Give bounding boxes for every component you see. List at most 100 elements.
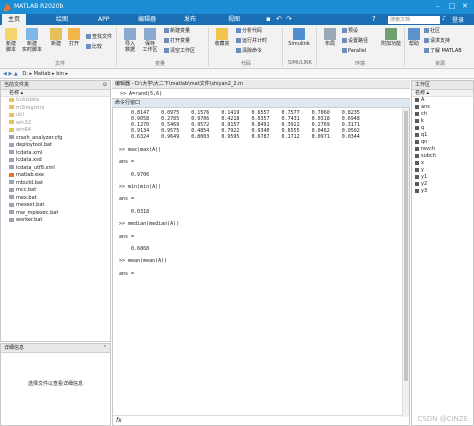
compare-icon	[86, 44, 91, 49]
editor-tab[interactable]: 编辑器 - D:\大学\大二下\matlab\mat文件\shiyan2_2.m	[112, 80, 410, 89]
undo-icon[interactable]: ↶	[276, 15, 282, 23]
list-item[interactable]: mex.bat	[1, 195, 110, 203]
minimize-icon[interactable]: –	[436, 2, 440, 10]
list-item[interactable]: m3iregistry	[1, 105, 110, 113]
save-workspace-button[interactable]: 保存 工作区	[140, 28, 160, 53]
workspace-variable[interactable]: y2	[412, 181, 473, 188]
list-item[interactable]: matlab.exe	[1, 172, 110, 180]
workspace-variable[interactable]: x	[412, 160, 473, 167]
tab-plots[interactable]: 绘图	[50, 14, 74, 25]
list-item[interactable]: lcdata.xsd	[1, 157, 110, 165]
list-item[interactable]: crash_analyzer.cfg	[1, 135, 110, 143]
list-item[interactable]: mbuild.bat	[1, 180, 110, 188]
clear-commands-button[interactable]: 清除命令	[236, 47, 262, 55]
workspace-variable[interactable]: qn	[412, 139, 473, 146]
layout-button[interactable]: 布局	[320, 28, 340, 47]
learn-matlab-button[interactable]: 了解 MATLAB	[424, 47, 462, 55]
simulink-button[interactable]: Simulink	[286, 28, 312, 47]
support-button[interactable]: 请求支持	[424, 37, 450, 45]
file-name: icutzdata	[16, 97, 40, 103]
list-item[interactable]: mw_mpiexec.bat	[1, 210, 110, 218]
workspace-variable[interactable]: subch	[412, 153, 473, 160]
close-icon[interactable]: ✕	[462, 2, 468, 10]
list-item[interactable]: win32	[1, 120, 110, 128]
editor-content[interactable]: >> A=rand(5,6)	[112, 89, 410, 99]
run-and-time-button[interactable]: 运行并计时	[236, 37, 267, 45]
file-icon	[9, 172, 14, 177]
new-button[interactable]: 新建	[46, 28, 66, 47]
panel-menu-icon[interactable]: ⊙	[103, 81, 107, 90]
list-item[interactable]: deploytool.bat	[1, 142, 110, 150]
list-item[interactable]: worker.bat	[1, 217, 110, 225]
command-window[interactable]: 命令行窗口 ⊙ A = 0.8147 0.0975 0.1576 0.1419 …	[112, 80, 410, 426]
tab-home[interactable]: 主页	[2, 14, 27, 25]
workspace-variable[interactable]: q	[412, 125, 473, 132]
workspace-variable[interactable]: ans	[412, 104, 473, 111]
open-variable-button[interactable]: 打开变量	[164, 37, 190, 45]
parallel-button[interactable]: Parallel	[342, 47, 366, 55]
workspace-variable[interactable]: y3	[412, 188, 473, 195]
analyze-code-button[interactable]: 分析代码	[236, 27, 262, 35]
set-path-button[interactable]: 设置路径	[342, 37, 368, 45]
name-column-header[interactable]: 名称 ▴	[1, 90, 110, 97]
parallel-icon	[342, 48, 347, 53]
list-item[interactable]: mexext.bat	[1, 202, 110, 210]
addons-button[interactable]: 附加功能	[380, 28, 402, 47]
up-folder-icon[interactable]: ▲	[14, 71, 18, 77]
workspace-variable[interactable]: y1	[412, 174, 473, 181]
workspace-variable[interactable]: revch	[412, 146, 473, 153]
back-icon[interactable]: ◀	[3, 71, 7, 77]
workspace-variable[interactable]: k	[412, 118, 473, 125]
group-variable: 变量	[154, 61, 165, 67]
open-button[interactable]: 打开	[64, 28, 84, 47]
import-data-button[interactable]: 导入 数据	[120, 28, 140, 53]
command-scrollbar[interactable]	[402, 91, 409, 417]
forward-icon[interactable]: ▶	[8, 71, 12, 77]
new-variable-button[interactable]: 新建变量	[164, 27, 190, 35]
help-button[interactable]: 帮助	[406, 28, 422, 47]
current-path[interactable]: D: ▸ Matlab ▸ bin ▸	[22, 71, 68, 77]
clear-workspace-button[interactable]: 清空工作区	[164, 47, 195, 55]
redo-icon[interactable]: ↷	[286, 15, 292, 23]
save-icon[interactable]: ▪	[266, 15, 271, 23]
tab-editor[interactable]: 编辑器	[132, 14, 162, 25]
help-icon[interactable]: ?	[372, 15, 376, 23]
favorites-button[interactable]: 收藏夹	[212, 28, 232, 47]
simulink-icon	[293, 28, 305, 40]
new-live-script-button[interactable]: 新建 实时脚本	[22, 28, 42, 53]
file-name: win32	[16, 119, 32, 126]
preferences-button[interactable]: 预设	[342, 27, 358, 35]
maximize-icon[interactable]: □	[449, 2, 456, 10]
scrollbar-thumb[interactable]	[404, 111, 408, 381]
file-icon	[9, 157, 14, 162]
find-files-button[interactable]: 查找文件	[86, 33, 112, 41]
community-button[interactable]: 社区	[424, 27, 440, 35]
new-script-button[interactable]: 新建 脚本	[1, 28, 21, 53]
list-item[interactable]: icutzdata	[1, 97, 110, 105]
workspace-variable[interactable]: ch	[412, 111, 473, 118]
workspace-variable[interactable]: y	[412, 167, 473, 174]
tab-view[interactable]: 视图	[222, 14, 246, 25]
list-item[interactable]: util	[1, 112, 110, 120]
tab-apps[interactable]: APP	[92, 14, 115, 25]
address-bar[interactable]: ◀ ▶ ▲ D: ▸ Matlab ▸ bin ▸	[0, 69, 474, 79]
group-file: 文件	[54, 61, 65, 67]
workspace-variable[interactable]: A	[412, 97, 473, 104]
variable-name: qn	[421, 139, 428, 145]
list-item[interactable]: lcdata.xml	[1, 150, 110, 158]
list-item[interactable]: win64	[1, 127, 110, 135]
workspace-variable[interactable]: q1	[412, 132, 473, 139]
list-item[interactable]: lcdata_utf8.xml	[1, 165, 110, 173]
bell-icon[interactable]: ♪	[442, 15, 446, 22]
list-item[interactable]: mcc.bat	[1, 187, 110, 195]
tab-publish[interactable]: 发布	[178, 14, 202, 25]
current-folder-header: 当前文件夹 ⊙	[1, 81, 110, 90]
folder-icon	[9, 127, 14, 132]
compare-button[interactable]: 比较	[86, 43, 102, 51]
search-input[interactable]: 搜索文档	[388, 16, 440, 24]
account-button[interactable]: 登录	[452, 15, 464, 24]
workspace-name-column[interactable]: 名称 ▴	[412, 90, 473, 97]
file-name: mex.bat	[16, 194, 37, 201]
collapse-icon[interactable]: ⌃	[103, 344, 107, 353]
command-prompt[interactable]: fx	[113, 415, 403, 425]
